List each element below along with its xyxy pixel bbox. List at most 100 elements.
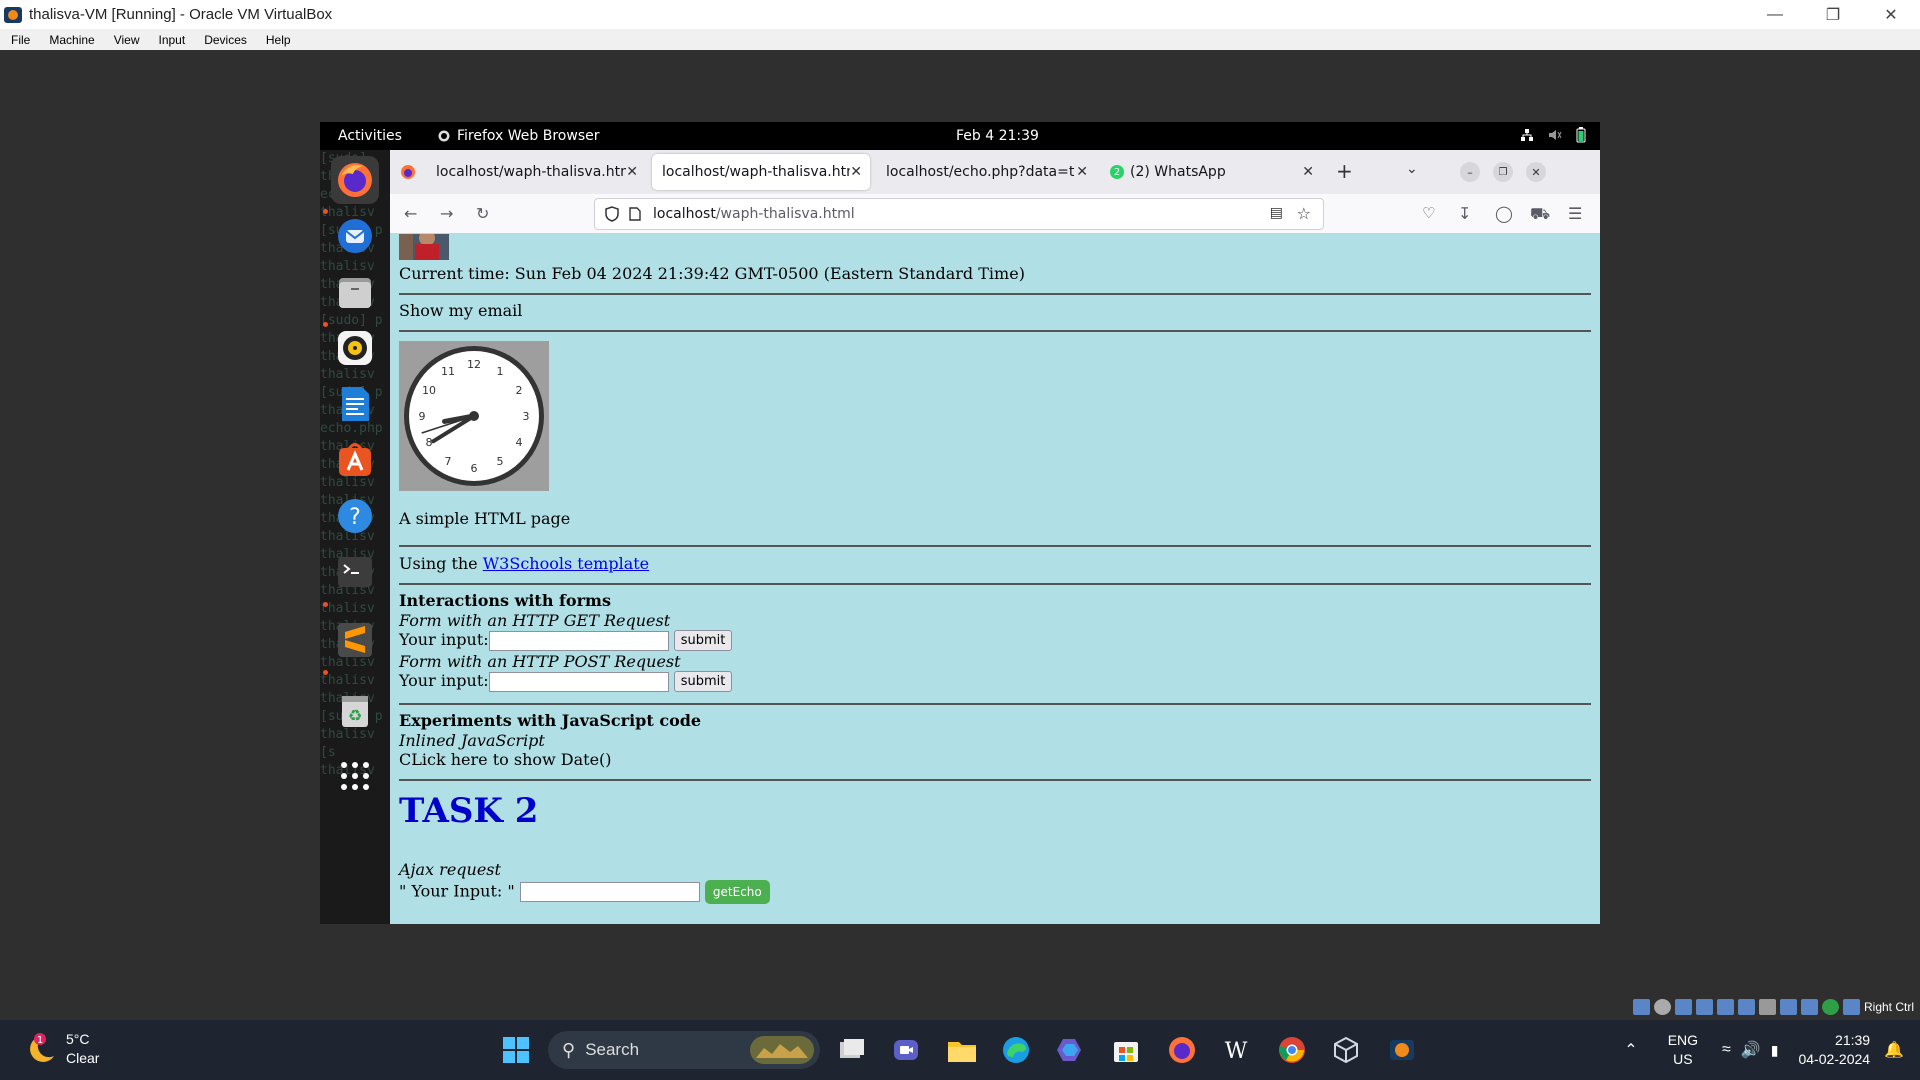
vm-status-icon[interactable]: [1632, 999, 1650, 1015]
list-all-tabs-chevron-icon[interactable]: ⌄: [1406, 161, 1418, 177]
tab-label: localhost/echo.php?data=te: [886, 164, 1074, 180]
tab-waph-1[interactable]: localhost/waph-thalisva.htm ✕: [426, 154, 646, 190]
firefox-taskbar-button[interactable]: [1164, 1032, 1200, 1068]
vm-cpu-icon[interactable]: [1800, 999, 1818, 1015]
start-button[interactable]: [498, 1032, 534, 1068]
get-input[interactable]: [488, 630, 669, 651]
close-tab-icon[interactable]: ✕: [626, 164, 638, 180]
dock-libreoffice-writer[interactable]: [331, 380, 379, 428]
speaker-icon[interactable]: 🔊: [1741, 1040, 1761, 1060]
new-tab-button[interactable]: +: [1336, 159, 1353, 183]
reader-view-icon[interactable]: ▤: [1270, 205, 1283, 221]
system-tray[interactable]: [1520, 127, 1586, 143]
bookmark-star-icon[interactable]: ☆: [1297, 204, 1311, 223]
virtualbox-taskbar-button[interactable]: [1328, 1032, 1364, 1068]
notification-bell-icon[interactable]: 🔔: [1884, 1040, 1904, 1060]
copilot-icon: [1057, 1039, 1081, 1061]
inlined-js-label: Inlined JavaScript: [399, 731, 545, 750]
w3schools-template-link[interactable]: W3Schools template: [483, 554, 649, 573]
menu-machine[interactable]: Machine: [38, 33, 102, 47]
tab-echo[interactable]: localhost/echo.php?data=te ✕: [876, 154, 1096, 190]
menu-help[interactable]: Help: [255, 33, 299, 47]
close-window-icon[interactable]: ✕: [1526, 162, 1546, 182]
get-echo-button[interactable]: getEcho: [704, 880, 770, 904]
date-time-menu[interactable]: Feb 4 21:39: [956, 128, 1039, 144]
forms-heading: Interactions with forms: [399, 591, 611, 610]
ajax-input[interactable]: [519, 882, 700, 902]
dock-firefox[interactable]: [331, 156, 379, 204]
pocket-icon[interactable]: ♡: [1422, 204, 1435, 222]
minimize-window-icon[interactable]: –: [1460, 162, 1480, 182]
show-hidden-icons-chevron-icon[interactable]: ⌃: [1624, 1040, 1637, 1060]
url-bar[interactable]: localhost/waph-thalisva.html ▤ ☆: [594, 198, 1324, 230]
menu-view[interactable]: View: [103, 33, 148, 47]
get-submit-button[interactable]: submit: [673, 630, 733, 651]
menu-file[interactable]: File: [0, 33, 38, 47]
dock-thunderbird[interactable]: [331, 212, 379, 260]
reload-icon[interactable]: ↻: [476, 204, 489, 223]
close-tab-icon[interactable]: ✕: [1302, 164, 1314, 180]
tab-whatsapp[interactable]: 2 (2) WhatsApp ✕: [1100, 154, 1322, 190]
account-icon[interactable]: ◯: [1495, 204, 1513, 223]
teams-meet-button[interactable]: [888, 1032, 924, 1068]
battery-charging-icon[interactable]: ▮: [1771, 1042, 1779, 1059]
copilot-button[interactable]: [1052, 1032, 1088, 1068]
menu-hamburger-icon[interactable]: ☰: [1568, 204, 1582, 223]
firefox-view-icon[interactable]: [400, 164, 416, 180]
edge-button[interactable]: [998, 1032, 1034, 1068]
post-input[interactable]: [488, 671, 669, 692]
menu-input[interactable]: Input: [148, 33, 194, 47]
minimize-icon[interactable]: —: [1746, 0, 1804, 29]
vm-mouse-integration-icon[interactable]: [1821, 999, 1839, 1015]
downloads-icon[interactable]: ↧: [1458, 204, 1471, 223]
wifi-icon[interactable]: ≈: [1722, 1041, 1731, 1059]
vm-network-icon[interactable]: [1695, 999, 1713, 1015]
tracking-protection-shield-icon[interactable]: [605, 206, 619, 222]
vm-optical-icon[interactable]: [1653, 999, 1671, 1015]
vm-display-icon[interactable]: [1758, 999, 1776, 1015]
forward-arrow-icon[interactable]: →: [440, 204, 453, 223]
dock-trash[interactable]: ♻: [331, 686, 379, 734]
app-menu[interactable]: Firefox Web Browser: [438, 128, 600, 144]
vm-window-taskbar-button[interactable]: [1384, 1032, 1420, 1068]
dock-app-center[interactable]: [331, 436, 379, 484]
dock-rhythmbox[interactable]: [331, 324, 379, 372]
vscode-like-button[interactable]: W: [1218, 1032, 1254, 1068]
dock-sublime-text[interactable]: [331, 616, 379, 664]
show-email-toggle[interactable]: Show my email: [399, 301, 522, 320]
back-arrow-icon[interactable]: ←: [404, 204, 417, 223]
navigation-toolbar: ← → ↻ localhost/waph-thalisva.html ▤ ☆ ♡…: [390, 194, 1600, 234]
taskbar-search[interactable]: ⚲ Search: [548, 1031, 820, 1069]
activities-button[interactable]: Activities: [338, 128, 402, 144]
close-icon[interactable]: ✕: [1862, 0, 1920, 29]
restore-icon[interactable]: ❐: [1804, 0, 1862, 29]
chrome-button[interactable]: [1274, 1032, 1310, 1068]
vm-audio-icon[interactable]: [1674, 999, 1692, 1015]
microsoft-store-button[interactable]: [1108, 1032, 1144, 1068]
show-date-trigger[interactable]: CLick here to show Date(): [399, 750, 612, 769]
vm-shared-folder-icon[interactable]: [1737, 999, 1755, 1015]
dock-terminal[interactable]: [331, 548, 379, 596]
dock-show-apps[interactable]: [331, 752, 379, 800]
extensions-icon[interactable]: ⛟: [1530, 204, 1550, 225]
task-view-icon: [840, 1039, 864, 1058]
restore-window-icon[interactable]: ❐: [1493, 162, 1513, 182]
weather-widget[interactable]: 1 5°C Clear: [24, 1030, 99, 1068]
virtualbox-title-bar[interactable]: thalisva-VM [Running] - Oracle VM Virtua…: [0, 0, 1920, 29]
close-tab-icon[interactable]: ✕: [1076, 164, 1088, 180]
clock-date[interactable]: 21:39 04-02-2024: [1798, 1031, 1870, 1069]
show-apps-grid-icon: [341, 762, 369, 790]
vm-keyboard-icon[interactable]: [1842, 999, 1860, 1015]
vm-usb-icon[interactable]: [1716, 999, 1734, 1015]
language-indicator[interactable]: ENG US: [1668, 1031, 1698, 1069]
task-view-button[interactable]: [834, 1032, 870, 1068]
dock-help[interactable]: ?: [331, 492, 379, 540]
post-submit-button[interactable]: submit: [673, 671, 733, 692]
page-info-icon[interactable]: [629, 207, 641, 221]
tab-waph-2[interactable]: localhost/waph-thalisva.htm ✕: [652, 154, 870, 190]
close-tab-icon[interactable]: ✕: [850, 164, 862, 180]
file-explorer-button[interactable]: [944, 1032, 980, 1068]
dock-files[interactable]: [331, 268, 379, 316]
menu-devices[interactable]: Devices: [193, 33, 255, 47]
vm-recording-icon[interactable]: [1779, 999, 1797, 1015]
